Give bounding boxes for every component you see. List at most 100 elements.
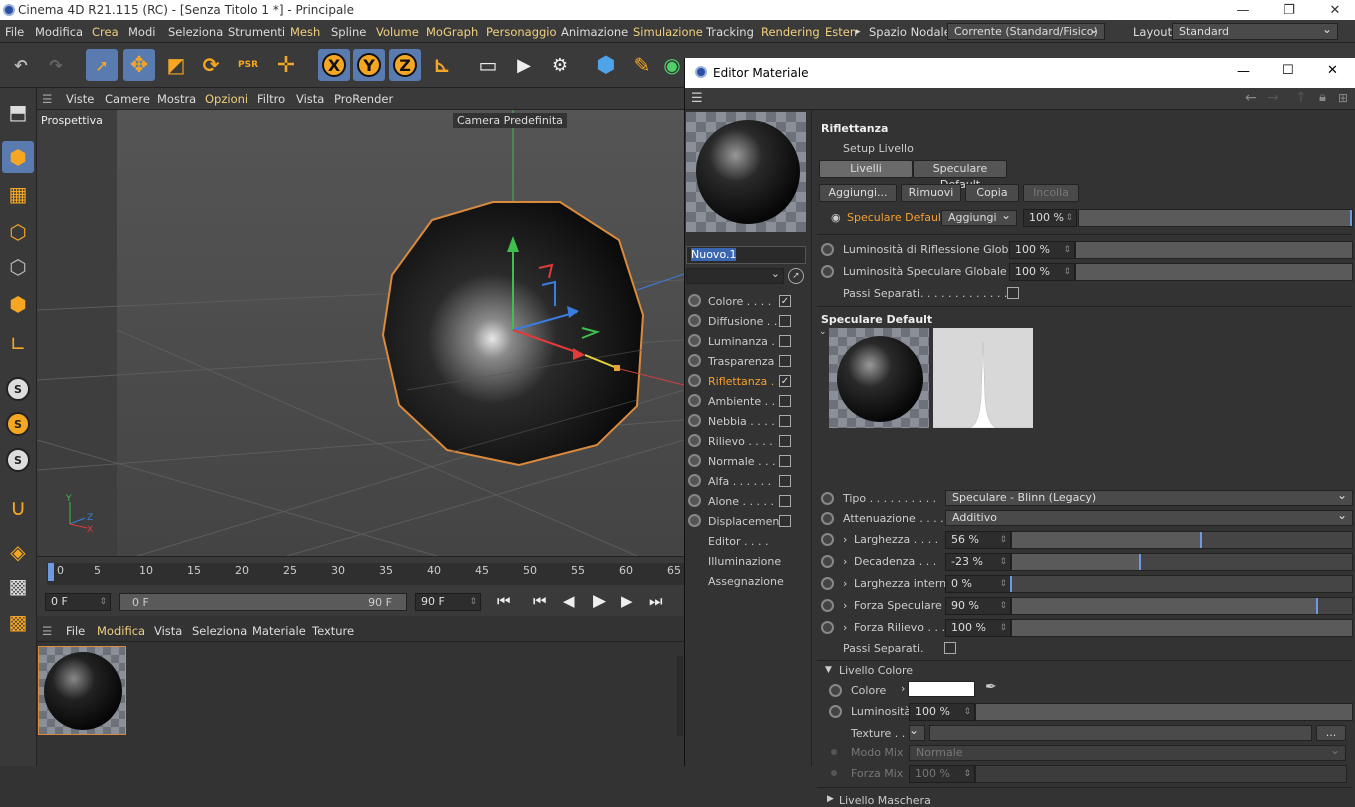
- texture-mode-icon[interactable]: ▦: [2, 178, 34, 210]
- render-settings-icon[interactable]: ⚙: [544, 49, 576, 81]
- object-mode-icon[interactable]: ⬢: [2, 141, 34, 173]
- points-mode-icon[interactable]: ⬡: [2, 216, 34, 248]
- expand-icon[interactable]: ›: [843, 621, 847, 634]
- menu-volume[interactable]: Volume: [376, 25, 419, 39]
- play-icon[interactable]: ▶: [593, 591, 606, 611]
- menu-modi[interactable]: Modi: [128, 25, 155, 39]
- livello-colore-header[interactable]: Livello Colore: [839, 664, 913, 677]
- move-tool-icon[interactable]: ✥: [123, 49, 155, 81]
- vp-menu-mostra[interactable]: Mostra: [157, 92, 196, 106]
- channel-trasparenza[interactable]: Trasparenza: [685, 351, 812, 371]
- param-field[interactable]: -23 %: [945, 553, 1011, 571]
- forza-mix-field[interactable]: 100 %: [909, 765, 975, 783]
- material-thumbnail[interactable]: [38, 646, 126, 735]
- snap-workplane-icon[interactable]: S: [2, 444, 34, 476]
- vp-menu-viste[interactable]: Viste: [66, 92, 94, 106]
- channel-alfa[interactable]: Alfa . . . . . .: [685, 471, 812, 491]
- texture-browse-button[interactable]: ...: [1316, 725, 1346, 741]
- hamburger-icon[interactable]: ☰: [42, 92, 52, 106]
- vp-menu-opzioni[interactable]: Opzioni: [205, 92, 248, 106]
- add-tool-icon[interactable]: ✛: [270, 49, 302, 81]
- channel-checkbox[interactable]: [779, 395, 791, 407]
- forza-mix-slider[interactable]: [975, 765, 1347, 783]
- eye-icon[interactable]: ◉: [831, 211, 841, 224]
- mat-menu-modifica[interactable]: Modifica: [97, 624, 145, 638]
- livello-colore-collapse-icon[interactable]: ▼: [825, 665, 832, 675]
- anim-radio[interactable]: [821, 621, 834, 634]
- redo-icon[interactable]: ↷: [40, 49, 72, 81]
- current-frame-field[interactable]: 0 F: [45, 593, 111, 611]
- subdivision-icon[interactable]: ◉: [660, 49, 684, 81]
- menu-spline[interactable]: Spline: [331, 25, 366, 39]
- menu-simulazione[interactable]: Simulazione: [633, 25, 703, 39]
- paste-layer-button[interactable]: Incolla: [1023, 184, 1079, 202]
- menu-modifica[interactable]: Modifica: [35, 25, 83, 39]
- up-arrow-icon[interactable]: ↑: [1295, 90, 1307, 106]
- channel-checkbox[interactable]: [779, 315, 791, 327]
- rotate-tool-icon[interactable]: ⟳: [195, 49, 227, 81]
- forward-arrow-icon[interactable]: →: [1267, 90, 1279, 106]
- param-slider[interactable]: [1010, 575, 1353, 593]
- pen-icon[interactable]: ✎: [626, 49, 658, 81]
- param-field[interactable]: 0 %: [945, 575, 1011, 593]
- grid-lock-icon[interactable]: ▩: [2, 570, 34, 602]
- mat-menu-file[interactable]: File: [66, 624, 85, 638]
- colore-expand-icon[interactable]: ›: [901, 682, 905, 695]
- mat-menu-seleziona[interactable]: Seleziona: [192, 624, 247, 638]
- camera-label[interactable]: Camera Predefinita: [453, 113, 567, 128]
- menu-mesh[interactable]: Mesh: [290, 25, 320, 39]
- close-icon[interactable]: ✕: [1312, 0, 1355, 20]
- mat-menu-texture[interactable]: Texture: [312, 624, 354, 638]
- remove-layer-button[interactable]: Rimuovi: [901, 184, 961, 202]
- minimize-icon[interactable]: —: [1220, 0, 1266, 20]
- menu-mograph[interactable]: MoGraph: [426, 25, 478, 39]
- channel-checkbox[interactable]: [779, 335, 791, 347]
- snap-icon[interactable]: S: [2, 373, 34, 405]
- channel-checkbox[interactable]: ✓: [779, 375, 791, 387]
- param-slider[interactable]: [1011, 619, 1353, 637]
- prev-frame-icon[interactable]: ◀: [563, 592, 575, 610]
- channel-luminanza[interactable]: Luminanza . .: [685, 331, 812, 351]
- z-axis-button[interactable]: Z: [389, 49, 421, 81]
- layout-select[interactable]: Standard: [1172, 22, 1338, 40]
- go-start-icon[interactable]: ⏮: [497, 592, 511, 610]
- menu-crea[interactable]: Crea: [92, 25, 119, 39]
- menu-animazione[interactable]: Animazione: [561, 25, 628, 39]
- channel-checkbox[interactable]: [779, 475, 791, 487]
- new-panel-icon[interactable]: ⊞: [1338, 91, 1348, 105]
- anim-radio[interactable]: [821, 243, 834, 256]
- channel-rilievo[interactable]: Rilievo . . . .: [685, 431, 812, 451]
- collapse-icon[interactable]: ⌄: [819, 327, 827, 337]
- timeline-playhead[interactable]: [48, 563, 54, 581]
- menu-personaggio[interactable]: Personaggio: [486, 25, 557, 39]
- anim-radio[interactable]: [821, 555, 834, 568]
- menu-estensioni[interactable]: Esten: [825, 25, 857, 39]
- menu-tracking[interactable]: Tracking: [706, 25, 754, 39]
- tipo-select[interactable]: Speculare - Blinn (Legacy): [945, 488, 1353, 506]
- param-slider[interactable]: [1011, 597, 1353, 615]
- layer-name[interactable]: Speculare Default: [847, 211, 945, 224]
- mat-hamburger-icon[interactable]: ☰: [42, 624, 52, 638]
- layer-opacity-field[interactable]: 100 %: [1023, 209, 1077, 227]
- coordinate-system-icon[interactable]: ⊾: [426, 49, 458, 81]
- extra-illuminazione[interactable]: Illuminazione: [708, 555, 781, 568]
- pick-icon[interactable]: ➚: [788, 268, 804, 284]
- color-swatch[interactable]: [908, 681, 975, 697]
- vp-menu-filtro[interactable]: Filtro: [257, 92, 285, 106]
- layer-mode-select[interactable]: Aggiungi: [941, 208, 1017, 226]
- passi-separati-checkbox[interactable]: [1007, 287, 1019, 299]
- glob-spec-field[interactable]: 100 %: [1009, 263, 1075, 281]
- livello-maschera-expand-icon[interactable]: ▶: [827, 794, 834, 804]
- anim-radio[interactable]: [821, 492, 834, 505]
- param-slider[interactable]: [1011, 553, 1353, 571]
- menu-seleziona[interactable]: Seleziona: [168, 25, 223, 39]
- anim-radio[interactable]: [829, 684, 842, 697]
- axis-mode-icon[interactable]: ∟: [2, 328, 34, 360]
- spazio-nodale-select[interactable]: Corrente (Standard/Fisico): [947, 22, 1105, 40]
- channel-checkbox[interactable]: [779, 415, 791, 427]
- param-field[interactable]: 90 %: [945, 597, 1011, 615]
- add-layer-button[interactable]: Aggiungi...: [819, 184, 897, 202]
- go-end-icon[interactable]: ⏭: [649, 592, 663, 610]
- cube-icon[interactable]: ⬢: [590, 49, 622, 81]
- menu-more-icon[interactable]: ▸: [856, 27, 861, 37]
